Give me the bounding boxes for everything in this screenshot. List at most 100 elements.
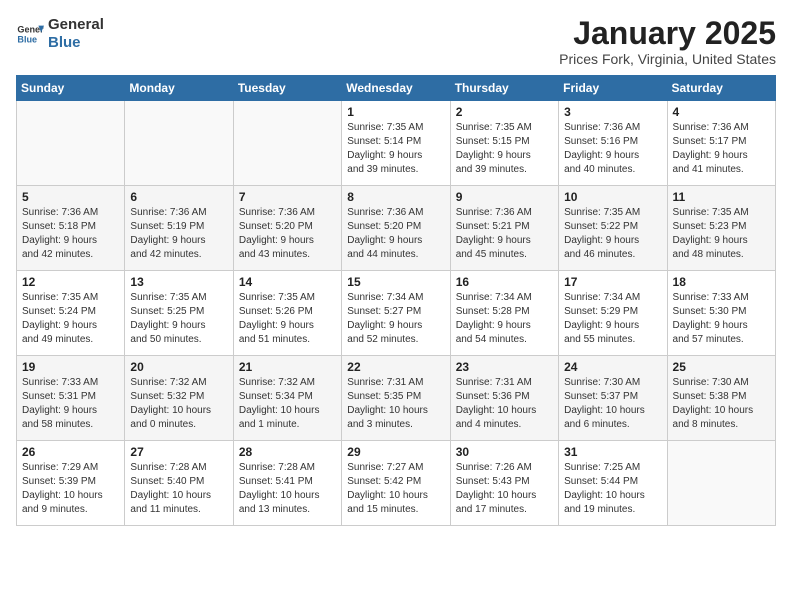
day-number: 6 <box>130 190 227 204</box>
calendar-week-row: 19 Sunrise: 7:33 AM Sunset: 5:31 PM Dayli… <box>17 356 776 441</box>
calendar-cell <box>125 101 233 186</box>
calendar-cell: 22 Sunrise: 7:31 AM Sunset: 5:35 PM Dayli… <box>342 356 450 441</box>
svg-text:Blue: Blue <box>17 34 37 44</box>
day-info: Sunrise: 7:33 AM Sunset: 5:31 PM Dayligh… <box>22 376 119 432</box>
day-number: 8 <box>347 190 444 204</box>
day-info: Sunrise: 7:35 AM Sunset: 5:15 PM Dayligh… <box>456 121 553 177</box>
calendar-table: SundayMondayTuesdayWednesdayThursdayFrid… <box>16 75 776 526</box>
day-header-wednesday: Wednesday <box>342 76 450 101</box>
calendar-cell <box>233 101 341 186</box>
calendar-week-row: 5Sunrise: 7:36 AM Sunset: 5:18 PM Daylig… <box>17 186 776 271</box>
day-info: Sunrise: 7:31 AM Sunset: 5:35 PM Dayligh… <box>347 376 444 432</box>
day-number: 2 <box>456 105 553 119</box>
day-info: Sunrise: 7:27 AM Sunset: 5:42 PM Dayligh… <box>347 461 444 517</box>
calendar-cell: 29 Sunrise: 7:27 AM Sunset: 5:42 PM Dayli… <box>342 441 450 526</box>
calendar-cell: 15Sunrise: 7:34 AM Sunset: 5:27 PM Dayli… <box>342 271 450 356</box>
day-number: 4 <box>673 105 770 119</box>
day-info: Sunrise: 7:32 AM Sunset: 5:32 PM Dayligh… <box>130 376 227 432</box>
day-number: 29 <box>347 445 444 459</box>
logo-icon: General Blue <box>16 20 44 48</box>
day-info: Sunrise: 7:33 AM Sunset: 5:30 PM Dayligh… <box>673 291 770 347</box>
day-number: 18 <box>673 275 770 289</box>
day-number: 21 <box>239 360 336 374</box>
calendar-week-row: 1Sunrise: 7:35 AM Sunset: 5:14 PM Daylig… <box>17 101 776 186</box>
day-number: 24 <box>564 360 661 374</box>
day-info: Sunrise: 7:29 AM Sunset: 5:39 PM Dayligh… <box>22 461 119 517</box>
day-info: Sunrise: 7:36 AM Sunset: 5:16 PM Dayligh… <box>564 121 661 177</box>
title-block: January 2025 Prices Fork, Virginia, Unit… <box>559 16 776 67</box>
day-number: 26 <box>22 445 119 459</box>
calendar-cell: 16 Sunrise: 7:34 AM Sunset: 5:28 PM Dayli… <box>450 271 558 356</box>
day-number: 22 <box>347 360 444 374</box>
day-info: Sunrise: 7:32 AM Sunset: 5:34 PM Dayligh… <box>239 376 336 432</box>
day-info: Sunrise: 7:36 AM Sunset: 5:20 PM Dayligh… <box>239 206 336 262</box>
day-info: Sunrise: 7:25 AM Sunset: 5:44 PM Dayligh… <box>564 461 661 517</box>
calendar-cell: 7Sunrise: 7:36 AM Sunset: 5:20 PM Daylig… <box>233 186 341 271</box>
calendar-cell: 21 Sunrise: 7:32 AM Sunset: 5:34 PM Dayli… <box>233 356 341 441</box>
calendar-cell: 30 Sunrise: 7:26 AM Sunset: 5:43 PM Dayli… <box>450 441 558 526</box>
calendar-cell <box>17 101 125 186</box>
calendar-subtitle: Prices Fork, Virginia, United States <box>559 51 776 67</box>
calendar-cell: 5Sunrise: 7:36 AM Sunset: 5:18 PM Daylig… <box>17 186 125 271</box>
days-header-row: SundayMondayTuesdayWednesdayThursdayFrid… <box>17 76 776 101</box>
calendar-cell: 4 Sunrise: 7:36 AM Sunset: 5:17 PM Daylig… <box>667 101 775 186</box>
day-info: Sunrise: 7:35 AM Sunset: 5:24 PM Dayligh… <box>22 291 119 347</box>
calendar-cell: 27 Sunrise: 7:28 AM Sunset: 5:40 PM Dayli… <box>125 441 233 526</box>
day-info: Sunrise: 7:36 AM Sunset: 5:18 PM Dayligh… <box>22 206 119 262</box>
day-number: 31 <box>564 445 661 459</box>
day-number: 30 <box>456 445 553 459</box>
calendar-week-row: 12 Sunrise: 7:35 AM Sunset: 5:24 PM Dayli… <box>17 271 776 356</box>
day-info: Sunrise: 7:26 AM Sunset: 5:43 PM Dayligh… <box>456 461 553 517</box>
calendar-cell: 26 Sunrise: 7:29 AM Sunset: 5:39 PM Dayli… <box>17 441 125 526</box>
calendar-cell: 20 Sunrise: 7:32 AM Sunset: 5:32 PM Dayli… <box>125 356 233 441</box>
calendar-cell: 2 Sunrise: 7:35 AM Sunset: 5:15 PM Daylig… <box>450 101 558 186</box>
calendar-cell: 13 Sunrise: 7:35 AM Sunset: 5:25 PM Dayli… <box>125 271 233 356</box>
day-info: Sunrise: 7:28 AM Sunset: 5:41 PM Dayligh… <box>239 461 336 517</box>
day-number: 15 <box>347 275 444 289</box>
day-info: Sunrise: 7:36 AM Sunset: 5:19 PM Dayligh… <box>130 206 227 262</box>
day-number: 23 <box>456 360 553 374</box>
day-number: 19 <box>22 360 119 374</box>
logo-line1: General <box>48 16 104 34</box>
day-info: Sunrise: 7:34 AM Sunset: 5:28 PM Dayligh… <box>456 291 553 347</box>
day-number: 10 <box>564 190 661 204</box>
day-number: 16 <box>456 275 553 289</box>
calendar-cell: 11Sunrise: 7:35 AM Sunset: 5:23 PM Dayli… <box>667 186 775 271</box>
day-number: 9 <box>456 190 553 204</box>
day-info: Sunrise: 7:28 AM Sunset: 5:40 PM Dayligh… <box>130 461 227 517</box>
day-info: Sunrise: 7:31 AM Sunset: 5:36 PM Dayligh… <box>456 376 553 432</box>
day-number: 17 <box>564 275 661 289</box>
day-number: 28 <box>239 445 336 459</box>
calendar-cell: 17 Sunrise: 7:34 AM Sunset: 5:29 PM Dayli… <box>559 271 667 356</box>
logo: General Blue General Blue <box>16 16 104 52</box>
day-header-thursday: Thursday <box>450 76 558 101</box>
day-info: Sunrise: 7:36 AM Sunset: 5:17 PM Dayligh… <box>673 121 770 177</box>
day-info: Sunrise: 7:34 AM Sunset: 5:29 PM Dayligh… <box>564 291 661 347</box>
calendar-cell: 6 Sunrise: 7:36 AM Sunset: 5:19 PM Daylig… <box>125 186 233 271</box>
day-number: 13 <box>130 275 227 289</box>
day-number: 27 <box>130 445 227 459</box>
day-info: Sunrise: 7:35 AM Sunset: 5:25 PM Dayligh… <box>130 291 227 347</box>
logo-text: General Blue <box>48 16 104 52</box>
calendar-cell: 14Sunrise: 7:35 AM Sunset: 5:26 PM Dayli… <box>233 271 341 356</box>
day-info: Sunrise: 7:36 AM Sunset: 5:21 PM Dayligh… <box>456 206 553 262</box>
day-info: Sunrise: 7:30 AM Sunset: 5:38 PM Dayligh… <box>673 376 770 432</box>
calendar-cell: 1Sunrise: 7:35 AM Sunset: 5:14 PM Daylig… <box>342 101 450 186</box>
calendar-cell: 28 Sunrise: 7:28 AM Sunset: 5:41 PM Dayli… <box>233 441 341 526</box>
day-header-tuesday: Tuesday <box>233 76 341 101</box>
calendar-cell: 10 Sunrise: 7:35 AM Sunset: 5:22 PM Dayli… <box>559 186 667 271</box>
calendar-cell <box>667 441 775 526</box>
calendar-cell: 3 Sunrise: 7:36 AM Sunset: 5:16 PM Daylig… <box>559 101 667 186</box>
day-number: 12 <box>22 275 119 289</box>
day-header-saturday: Saturday <box>667 76 775 101</box>
day-number: 3 <box>564 105 661 119</box>
day-number: 25 <box>673 360 770 374</box>
calendar-cell: 24Sunrise: 7:30 AM Sunset: 5:37 PM Dayli… <box>559 356 667 441</box>
page-header: General Blue General Blue January 2025 P… <box>16 16 776 67</box>
calendar-cell: 25 Sunrise: 7:30 AM Sunset: 5:38 PM Dayli… <box>667 356 775 441</box>
calendar-cell: 19 Sunrise: 7:33 AM Sunset: 5:31 PM Dayli… <box>17 356 125 441</box>
calendar-title: January 2025 <box>559 16 776 51</box>
day-number: 20 <box>130 360 227 374</box>
day-info: Sunrise: 7:35 AM Sunset: 5:22 PM Dayligh… <box>564 206 661 262</box>
logo-line2: Blue <box>48 34 104 52</box>
